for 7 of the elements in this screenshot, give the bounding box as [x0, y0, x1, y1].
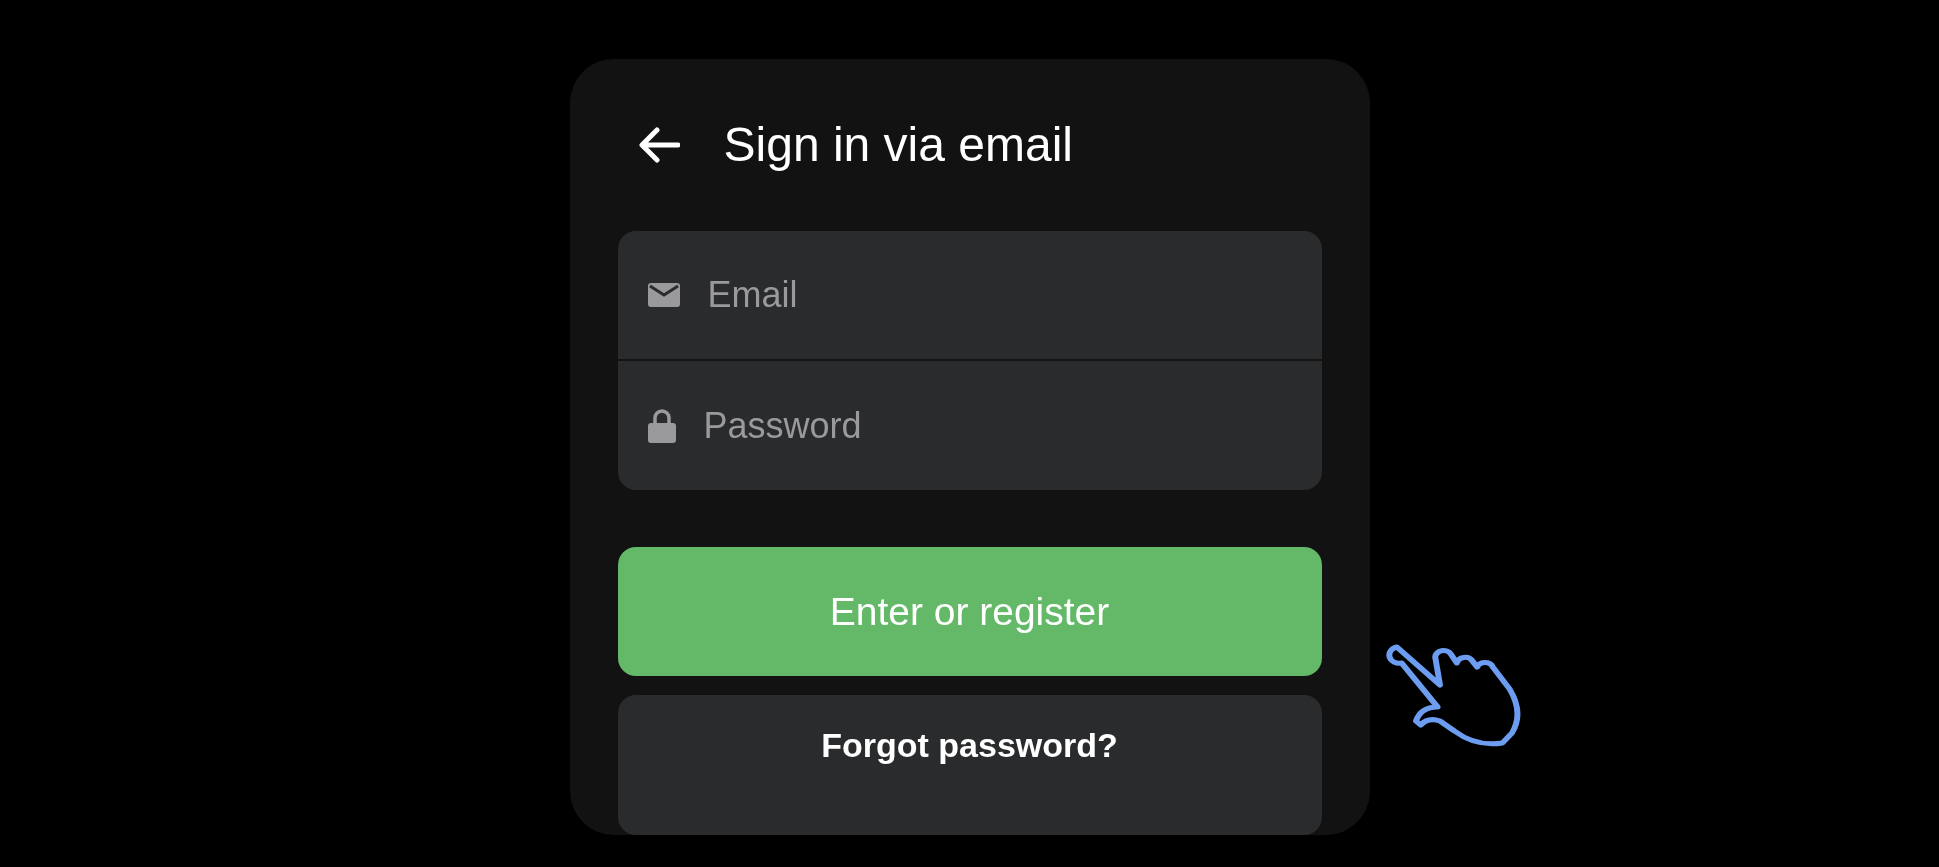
page-title: Sign in via email [723, 117, 1073, 173]
lock-icon [647, 408, 676, 443]
password-field[interactable]: Password [701, 403, 1266, 448]
envelope-icon [647, 283, 680, 308]
back-arrow-icon[interactable] [637, 126, 680, 163]
forgot-password-button[interactable]: Forgot password? [617, 695, 1322, 835]
email-field[interactable]: Email [705, 273, 1270, 318]
